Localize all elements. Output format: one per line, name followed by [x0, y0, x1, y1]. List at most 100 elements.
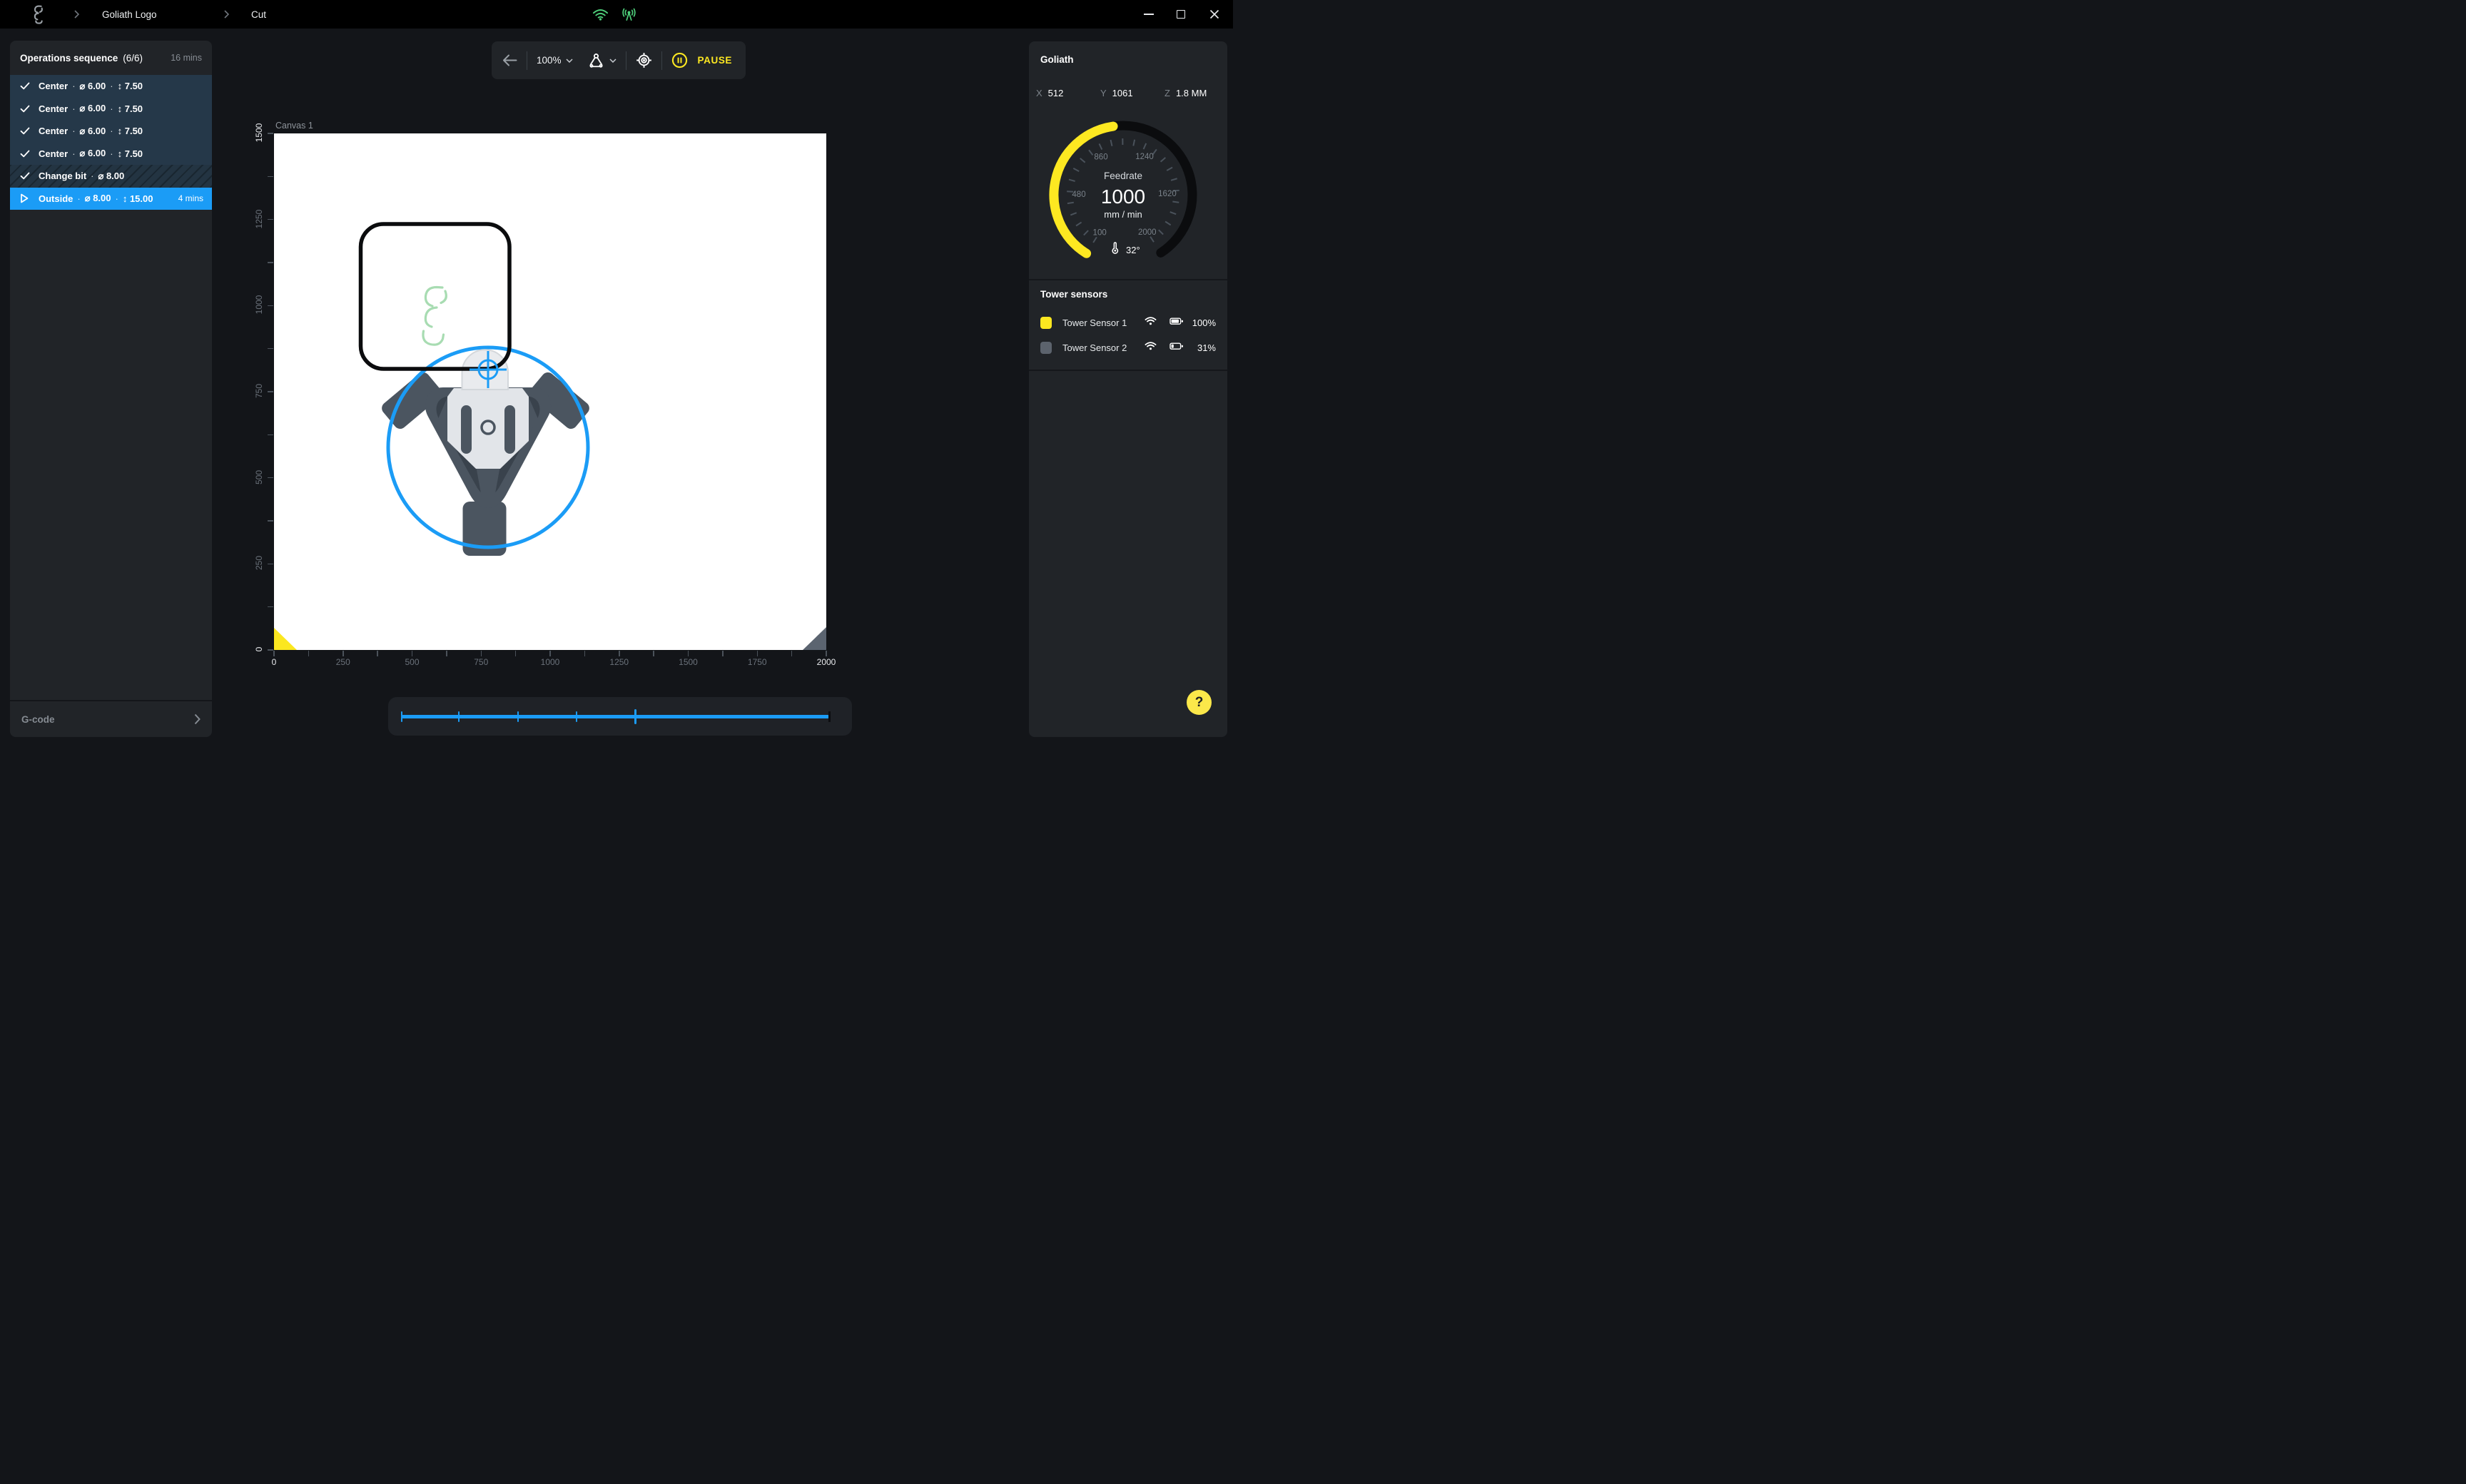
- gauge-scale-label: 1620: [1158, 190, 1177, 198]
- gauge-scale-label: 100: [1093, 229, 1107, 238]
- canvas-corner-end: [803, 627, 826, 650]
- timeline-tick: [401, 711, 402, 722]
- y-ruler-label: 1000: [254, 289, 264, 320]
- operation-depth: ↕ 7.50: [118, 103, 143, 114]
- sensor-name: Tower Sensor 2: [1062, 342, 1127, 353]
- operation-depth: ↕ 15.00: [123, 193, 153, 204]
- maximize-button[interactable]: [1171, 4, 1191, 24]
- help-button[interactable]: ?: [1187, 690, 1212, 715]
- operation-depth: ↕ 7.50: [118, 81, 143, 91]
- timeline-playhead[interactable]: [634, 709, 636, 724]
- x-ruler-tick: [481, 651, 482, 656]
- canvas-drawing: [274, 133, 826, 650]
- panel-divider: [1029, 279, 1227, 280]
- breadcrumb-page[interactable]: Cut: [251, 9, 266, 20]
- x-ruler-tick: [688, 651, 689, 656]
- y-ruler-label: 250: [254, 547, 264, 579]
- back-button[interactable]: [502, 54, 517, 66]
- chevron-down-icon: [609, 59, 616, 63]
- wifi-icon: [592, 8, 609, 21]
- operations-header: Operations sequence (6/6) 16 mins: [10, 41, 212, 75]
- gcode-section[interactable]: G-code: [10, 700, 212, 737]
- operation-time: 4 mins: [178, 193, 203, 203]
- y-ruler-tick: [268, 520, 273, 522]
- breadcrumb-chevron-icon: [224, 10, 229, 19]
- chevron-right-icon: [194, 713, 201, 725]
- wifi-icon: [1145, 316, 1157, 329]
- x-ruler-tick: [549, 651, 551, 656]
- x-ruler-tick: [791, 651, 793, 656]
- gauge-temperature: 32°: [1126, 245, 1140, 255]
- x-ruler-tick: [446, 651, 447, 656]
- y-ruler-label: 1250: [254, 203, 264, 235]
- pause-label: PAUSE: [698, 55, 733, 66]
- timeline-tick: [576, 711, 577, 722]
- operation-label: Center: [39, 148, 68, 159]
- operations-count: (6/6): [123, 53, 143, 63]
- work-canvas[interactable]: [274, 133, 826, 650]
- minimize-button[interactable]: [1139, 4, 1159, 24]
- timeline-track[interactable]: [402, 715, 829, 718]
- operation-row-center[interactable]: Center·⌀ 6.00·↕ 7.50: [10, 75, 212, 98]
- operation-row-center[interactable]: Center·⌀ 6.00·↕ 7.50: [10, 143, 212, 166]
- robot-tool-dropdown[interactable]: [587, 53, 616, 68]
- thermometer-icon: [1112, 243, 1117, 253]
- machine-name: Goliath: [1040, 54, 1074, 65]
- gauge-title: Feedrate: [1104, 171, 1142, 181]
- operation-row-change-bit[interactable]: Change bit·⌀ 8.00: [10, 165, 212, 188]
- y-ruler-tick: [268, 305, 273, 307]
- x-ruler-label: 1250: [598, 657, 641, 667]
- coord-y: Y1061: [1100, 88, 1133, 98]
- sensor-battery-percent: 100%: [1189, 317, 1216, 328]
- y-ruler-tick: [268, 564, 273, 565]
- pause-button[interactable]: PAUSE: [671, 52, 733, 68]
- y-ruler-tick: [268, 477, 273, 479]
- operation-diameter: ⌀ 6.00: [80, 148, 106, 159]
- chevron-down-icon: [566, 59, 573, 63]
- feedrate-gauge: 100480860124016202000Feedrate1000mm / mi…: [1029, 109, 1227, 275]
- tower-sensor-row[interactable]: Tower Sensor 1100%: [1040, 313, 1216, 332]
- locate-target-button[interactable]: [636, 52, 652, 68]
- sensor-battery-percent: 31%: [1189, 342, 1216, 353]
- machine-panel: Goliath X512 Y1061 Z1.8 MM 1004808601240…: [1029, 41, 1227, 737]
- operation-row-center[interactable]: Center·⌀ 6.00·↕ 7.50: [10, 98, 212, 121]
- operations-title: Operations sequence: [20, 53, 118, 63]
- x-ruler-label: 250: [322, 657, 365, 667]
- breadcrumb-project[interactable]: Goliath Logo: [102, 9, 157, 20]
- check-icon: [20, 82, 39, 90]
- operation-label: Center: [39, 103, 68, 114]
- canvas-toolbar: 100% PAUSE: [492, 41, 746, 79]
- x-ruler-tick: [722, 651, 724, 656]
- check-icon: [20, 127, 39, 135]
- x-ruler-label: 750: [460, 657, 502, 667]
- x-ruler-tick: [757, 651, 758, 656]
- operation-row-outside[interactable]: Outside·⌀ 8.00·↕ 15.004 mins: [10, 188, 212, 210]
- gcode-label: G-code: [21, 714, 55, 725]
- operation-diameter: ⌀ 8.00: [98, 171, 125, 182]
- x-ruler-tick: [584, 651, 586, 656]
- gauge-scale-label: 480: [1072, 190, 1085, 199]
- timeline-end-marker: [828, 711, 831, 722]
- x-ruler-tick: [515, 651, 517, 656]
- operation-row-center[interactable]: Center·⌀ 6.00·↕ 7.50: [10, 120, 212, 143]
- y-ruler-tick: [268, 434, 273, 436]
- close-button[interactable]: [1204, 4, 1224, 24]
- tower-sensor-row[interactable]: Tower Sensor 2 31%: [1040, 338, 1216, 357]
- battery-icon: [1169, 341, 1184, 354]
- x-ruler-tick: [377, 651, 378, 656]
- operation-depth: ↕ 7.50: [118, 126, 143, 136]
- antenna-icon: [621, 8, 636, 21]
- y-ruler-tick: [268, 176, 273, 178]
- pause-icon: [671, 52, 688, 68]
- x-ruler-label: 1500: [667, 657, 710, 667]
- robot-icon: [587, 53, 605, 68]
- zoom-dropdown[interactable]: 100%: [537, 55, 573, 66]
- x-ruler-label: 2000: [805, 657, 848, 667]
- y-ruler-tick: [268, 606, 273, 608]
- x-ruler-tick: [308, 651, 310, 656]
- coord-x: X512: [1036, 88, 1063, 98]
- job-timeline[interactable]: [388, 697, 852, 736]
- check-icon: [20, 150, 39, 158]
- operation-label: Outside: [39, 193, 73, 204]
- maximize-icon: [1177, 10, 1185, 19]
